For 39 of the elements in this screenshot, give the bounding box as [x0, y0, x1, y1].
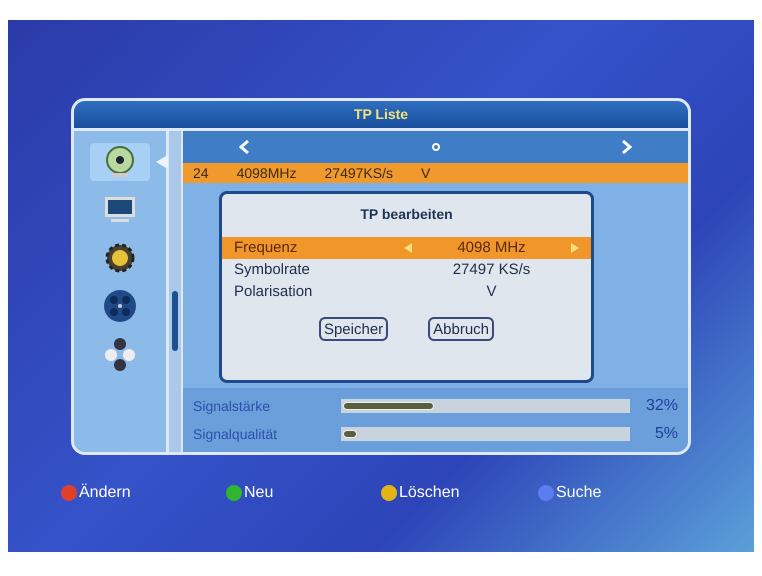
- legend-label: Ändern: [79, 482, 131, 503]
- dialog-field[interactable]: Polarisation V: [222, 281, 591, 303]
- field-value: 4098 MHz: [457, 238, 526, 258]
- satellite-dish-icon: [103, 145, 137, 179]
- field-label: Frequenz: [234, 238, 298, 258]
- signal-label: Signalqualität: [193, 424, 278, 444]
- dialog-button[interactable]: Abbruch: [428, 317, 494, 341]
- table-cell-text: V: [421, 164, 430, 182]
- table-cell-text: 24: [193, 164, 209, 182]
- dialog-button[interactable]: Speicher: [318, 317, 388, 341]
- gear-icon: [103, 241, 137, 275]
- scroll-thumb: [172, 291, 178, 351]
- field-label: Symbolrate: [234, 260, 311, 280]
- table-cell-text: 4098MHz: [236, 164, 296, 182]
- legend-item[interactable]: Suche: [538, 481, 695, 505]
- film-reel-icon: [102, 288, 138, 324]
- dialog-field[interactable]: Symbolrate 27497 KS/s: [222, 259, 591, 281]
- signal-reading: 32%: [644, 396, 678, 416]
- field-value: V: [486, 282, 496, 302]
- window-title: TP Liste: [354, 105, 408, 124]
- legend-item[interactable]: Ändern: [61, 481, 226, 505]
- legend-label: Neu: [244, 483, 274, 503]
- transponder-row[interactable]: 24 4098MHz 27497KS/s V: [183, 163, 688, 183]
- signal-reading: 5%: [654, 424, 678, 444]
- dialog-title: TP bearbeiten: [360, 205, 453, 224]
- field-value: 27497 KS/s: [452, 260, 530, 280]
- legend-label: Suche: [556, 483, 602, 503]
- pointer-icon: [156, 155, 168, 169]
- legend-label: Löschen: [399, 483, 460, 503]
- page-dot-icon: [432, 143, 440, 151]
- monitor-icon: [103, 195, 137, 225]
- signal-label: Signalstärke: [193, 396, 272, 416]
- legend-item[interactable]: Neu: [226, 481, 381, 505]
- table-cell-text: 27497KS/s: [324, 164, 393, 182]
- dots-cluster-icon: [102, 336, 138, 372]
- right-chevron-icon[interactable]: [622, 140, 632, 154]
- legend-item[interactable]: Löschen: [381, 481, 538, 505]
- field-label: Polarisation: [234, 282, 314, 302]
- left-chevron-icon[interactable]: [239, 140, 249, 154]
